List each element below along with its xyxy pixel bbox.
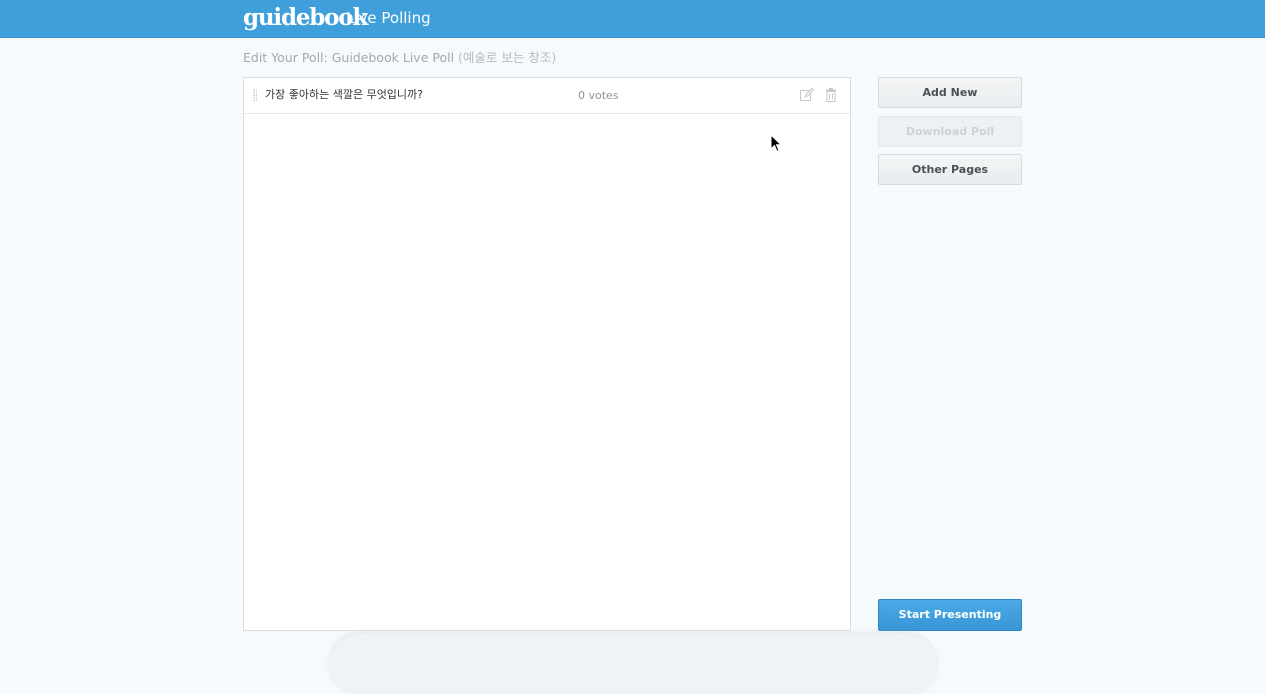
app-name: Live Polling	[346, 9, 431, 27]
mouse-cursor-icon	[770, 134, 782, 153]
start-presenting-button[interactable]: Start Presenting	[878, 599, 1022, 631]
questions-panel: 가장 좋아하는 색깔은 무엇입니까? 0 votes	[243, 77, 851, 631]
trash-icon[interactable]	[823, 87, 839, 103]
drag-handle-icon[interactable]	[253, 89, 257, 102]
question-text: 가장 좋아하는 색깔은 무엇입니까?	[265, 88, 424, 101]
page-title: Edit Your Poll: Guidebook Live Poll (예술로…	[243, 50, 556, 66]
download-poll-button[interactable]: Download Poll	[878, 116, 1022, 147]
add-new-button[interactable]: Add New	[878, 77, 1022, 108]
edit-icon[interactable]	[799, 87, 815, 103]
top-bar: guidebook Live Polling	[0, 0, 1265, 38]
vote-count: 0 votes	[578, 89, 619, 102]
poll-subtitle: (예술로 보는 창조)	[458, 50, 557, 65]
page-title-text: Edit Your Poll: Guidebook Live Poll	[243, 50, 455, 65]
question-row[interactable]: 가장 좋아하는 색깔은 무엇입니까? 0 votes	[244, 78, 850, 114]
bottom-tray	[330, 634, 936, 694]
other-pages-button[interactable]: Other Pages	[878, 154, 1022, 185]
